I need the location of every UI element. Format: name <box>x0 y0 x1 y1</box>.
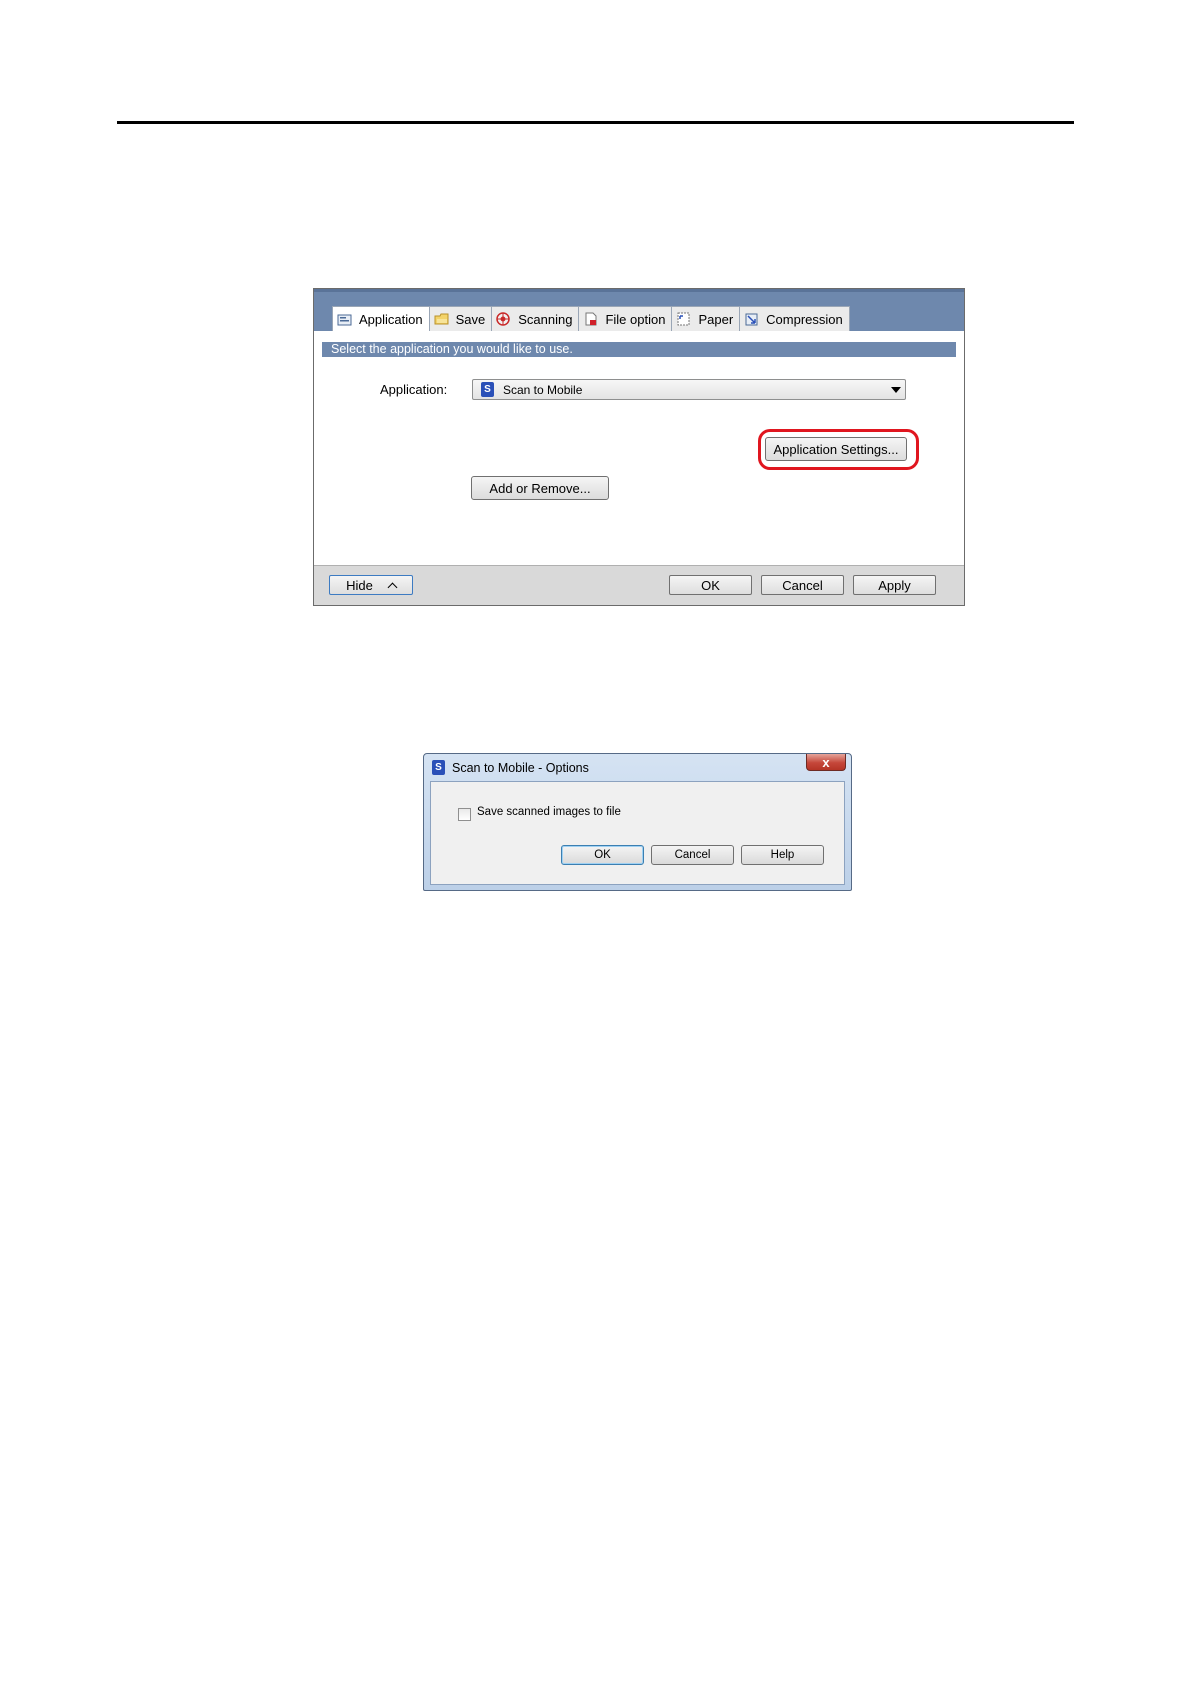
scansnap-logo-icon: S <box>432 760 445 775</box>
scansnap-logo-icon: S <box>481 382 494 397</box>
tab-label: Save <box>455 311 486 327</box>
dialog-help-button[interactable]: Help <box>741 845 824 865</box>
tab-file-option[interactable]: File option <box>578 306 673 331</box>
file-option-icon <box>583 312 599 326</box>
hide-button-label: Hide <box>346 577 373 593</box>
hide-button[interactable]: Hide <box>329 575 413 595</box>
ok-button[interactable]: OK <box>669 575 752 595</box>
tab-compression[interactable]: Compression <box>739 306 850 331</box>
tab-label: File option <box>605 311 666 327</box>
dropdown-arrow-icon[interactable] <box>891 387 901 393</box>
window-footer: Hide OK Cancel Apply <box>314 565 964 605</box>
tab-paper[interactable]: Paper <box>671 306 741 331</box>
tab-label: Application <box>359 312 423 327</box>
tab-strip: Application Save Scanning File option Pa… <box>332 306 850 332</box>
tab-label: Scanning <box>518 311 573 327</box>
chevron-up-icon <box>387 582 398 592</box>
tab-label: Paper <box>698 311 734 327</box>
instruction-banner: Select the application you would like to… <box>322 342 956 357</box>
application-tab-icon <box>337 313 353 327</box>
application-label: Application: <box>380 382 448 397</box>
save-to-file-label[interactable]: Save scanned images to file <box>477 806 621 818</box>
dialog-title-bar: S Scan to Mobile - Options <box>432 760 589 775</box>
dialog-cancel-button[interactable]: Cancel <box>651 845 734 865</box>
scanning-icon <box>496 312 512 326</box>
add-or-remove-button[interactable]: Add or Remove... <box>471 476 609 500</box>
folder-icon <box>434 312 450 326</box>
close-icon: x <box>822 754 830 770</box>
scan-to-mobile-options-dialog: S Scan to Mobile - Options x Save scanne… <box>423 753 852 891</box>
tab-application[interactable]: Application <box>332 306 430 332</box>
tab-header: Application Save Scanning File option Pa… <box>314 289 964 332</box>
tab-label: Compression <box>766 311 843 327</box>
dialog-body: Save scanned images to file OK Cancel He… <box>430 781 845 885</box>
application-tab-panel: Select the application you would like to… <box>314 331 964 565</box>
application-settings-button[interactable]: Application Settings... <box>765 437 907 461</box>
dialog-title: Scan to Mobile - Options <box>452 760 589 775</box>
cancel-button[interactable]: Cancel <box>761 575 844 595</box>
application-select[interactable]: S Scan to Mobile <box>472 379 906 400</box>
page-top-rule <box>117 121 1074 124</box>
dialog-ok-button[interactable]: OK <box>561 845 644 865</box>
compression-icon <box>744 312 760 326</box>
paper-icon <box>676 312 692 326</box>
close-button[interactable]: x <box>806 754 846 771</box>
save-to-file-checkbox[interactable] <box>458 808 471 821</box>
tab-save[interactable]: Save <box>428 306 493 331</box>
scan-settings-window: Application Save Scanning File option Pa… <box>313 288 965 606</box>
tab-scanning[interactable]: Scanning <box>491 306 580 331</box>
apply-button[interactable]: Apply <box>853 575 936 595</box>
application-select-value: Scan to Mobile <box>503 382 583 397</box>
